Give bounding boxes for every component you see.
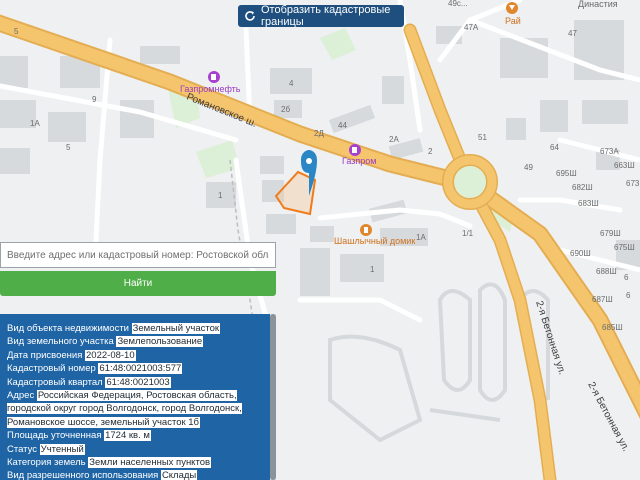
poi-label-gazprom: Газпром xyxy=(342,156,376,166)
house-number: 2А xyxy=(389,135,399,144)
poi-label-rai: Рай xyxy=(505,16,521,26)
find-button[interactable]: Найти xyxy=(0,271,276,296)
house-number: 6 xyxy=(626,291,631,300)
info-key: Адрес xyxy=(7,390,35,402)
bar-icon[interactable] xyxy=(506,2,518,14)
house-number: 1 xyxy=(370,265,375,274)
poi-label-dinastia: Династия xyxy=(578,0,618,9)
info-row: Статус Учтенный xyxy=(7,443,264,456)
info-value: Землепользование xyxy=(116,336,204,348)
house-number: 695Ш xyxy=(556,169,577,178)
house-number: 685Ш xyxy=(602,323,623,332)
house-number: 675Ш xyxy=(614,243,635,252)
house-number: 51 xyxy=(478,133,487,142)
info-key: Кадастровый квартал xyxy=(7,376,103,388)
house-number: 683Ш xyxy=(578,199,599,208)
house-number: 673А xyxy=(600,147,619,156)
house-number: 1/1 xyxy=(462,229,474,238)
info-row: Кадастровый квартал 61:48:0021003 xyxy=(7,376,264,389)
poi-label-shashlychny: Шашлычный домик xyxy=(334,236,415,246)
info-key: Вид разрешенного использования xyxy=(7,470,159,480)
house-number: 688Ш xyxy=(596,267,617,276)
parcel-info-panel: Вид объекта недвижимости Земельный участ… xyxy=(0,314,270,480)
info-value: Учтенный xyxy=(39,443,85,455)
house-number: 5 xyxy=(66,143,71,152)
house-number: 2 xyxy=(428,147,433,156)
info-row: Площадь уточненная 1724 кв. м xyxy=(7,429,264,442)
info-row: Категория земель Земли населенных пункто… xyxy=(7,456,264,469)
info-value: 2022-08-10 xyxy=(85,349,136,361)
house-number: 47А xyxy=(464,23,479,32)
info-row: Вид объекта недвижимости Земельный участ… xyxy=(7,322,264,335)
house-number: 4 xyxy=(289,79,294,88)
house-number: 687Ш xyxy=(592,295,613,304)
fuel-station-icon[interactable] xyxy=(208,71,220,83)
address-search-input[interactable] xyxy=(1,243,275,267)
house-number: 6 xyxy=(624,273,629,282)
refresh-icon xyxy=(244,10,256,22)
info-key: Дата присвоения xyxy=(7,349,83,361)
info-key: Кадастровый номер xyxy=(7,363,96,375)
show-cadastral-borders-label: Отобразить кадастровые границы xyxy=(261,4,391,28)
house-number: 1А xyxy=(30,119,40,128)
house-number: 49с... xyxy=(448,0,468,8)
fuel-station-icon-2[interactable] xyxy=(349,144,361,156)
house-number: 682Ш xyxy=(572,183,593,192)
house-number: 2Д xyxy=(314,129,324,138)
house-number: 690Ш xyxy=(570,249,591,258)
house-number: 64 xyxy=(550,143,559,152)
restaurant-icon[interactable] xyxy=(360,224,372,236)
house-number: 663Ш xyxy=(614,161,635,170)
address-search-box[interactable] xyxy=(0,242,276,268)
info-key: Статус xyxy=(7,443,38,455)
info-value: 61:48:0021003:577 xyxy=(98,363,183,375)
house-number: 1А xyxy=(416,233,426,242)
info-value: 61:48:0021003 xyxy=(105,376,171,388)
house-number: 673Ш xyxy=(626,179,640,188)
house-number: 2б xyxy=(281,105,290,114)
info-row: Вид земельного участка Землепользование xyxy=(7,335,264,348)
poi-label-gazpromneft: Газпромнефть xyxy=(180,84,241,94)
house-number: 49 xyxy=(524,163,533,172)
house-number: 5 xyxy=(14,27,19,36)
info-scrollbar-thumb[interactable] xyxy=(270,314,276,480)
house-number: 1 xyxy=(218,191,223,200)
info-row: Вид разрешенного использования Склады xyxy=(7,469,264,480)
info-row: Дата присвоения 2022-08-10 xyxy=(7,349,264,362)
info-key: Площадь уточненная xyxy=(7,430,102,442)
info-value: Земли населенных пунктов xyxy=(88,457,212,469)
info-value: 1724 кв. м xyxy=(104,430,151,442)
house-number: 9 xyxy=(92,95,97,104)
info-key: Категория земель xyxy=(7,457,86,469)
house-number: 44 xyxy=(338,121,347,130)
show-cadastral-borders-button[interactable]: Отобразить кадастровые границы xyxy=(238,4,404,28)
info-value: Склады xyxy=(160,470,198,480)
info-key: Вид объекта недвижимости xyxy=(7,323,129,334)
info-key: Вид земельного участка xyxy=(7,336,114,348)
house-number: 679Ш xyxy=(600,229,621,238)
house-number: 47 xyxy=(568,29,577,38)
info-row: Кадастровый номер 61:48:0021003:577 xyxy=(7,362,264,375)
info-row: Адрес Российская Федерация, Ростовская о… xyxy=(7,389,264,429)
info-value: Земельный участок xyxy=(131,323,221,334)
info-value: Российская Федерация, Ростовская область… xyxy=(7,390,242,428)
info-scrollbar[interactable] xyxy=(270,314,276,480)
